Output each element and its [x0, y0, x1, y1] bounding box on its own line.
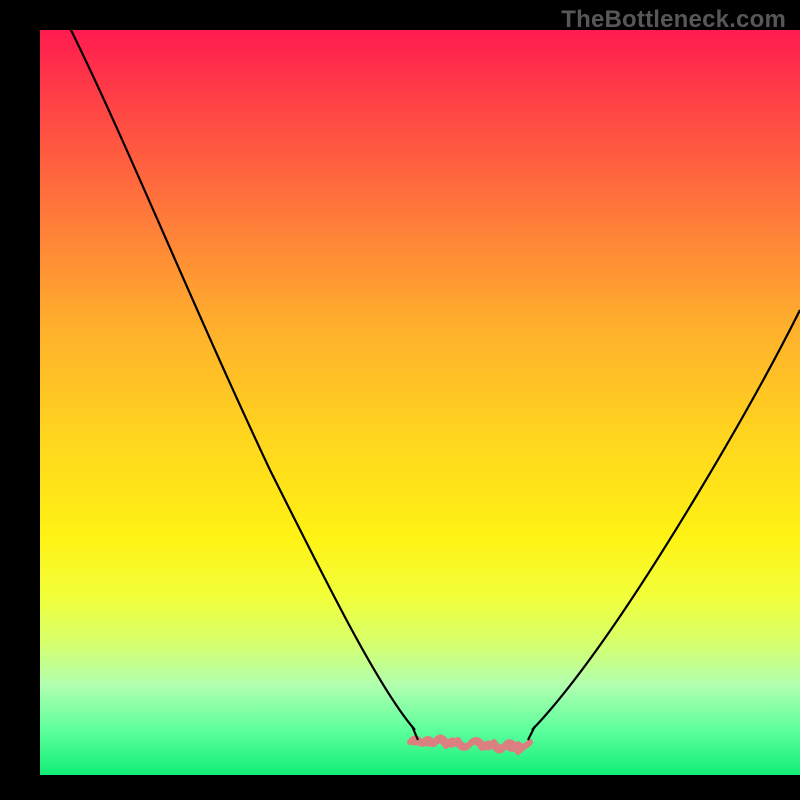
- chart-svg: [40, 0, 800, 780]
- curve-right: [532, 310, 800, 730]
- chart-area: [40, 0, 800, 780]
- watermark: TheBottleneck.com: [561, 6, 786, 34]
- trough-band: [410, 737, 530, 752]
- curve-right-stub: [528, 726, 535, 740]
- curve-left: [70, 28, 415, 730]
